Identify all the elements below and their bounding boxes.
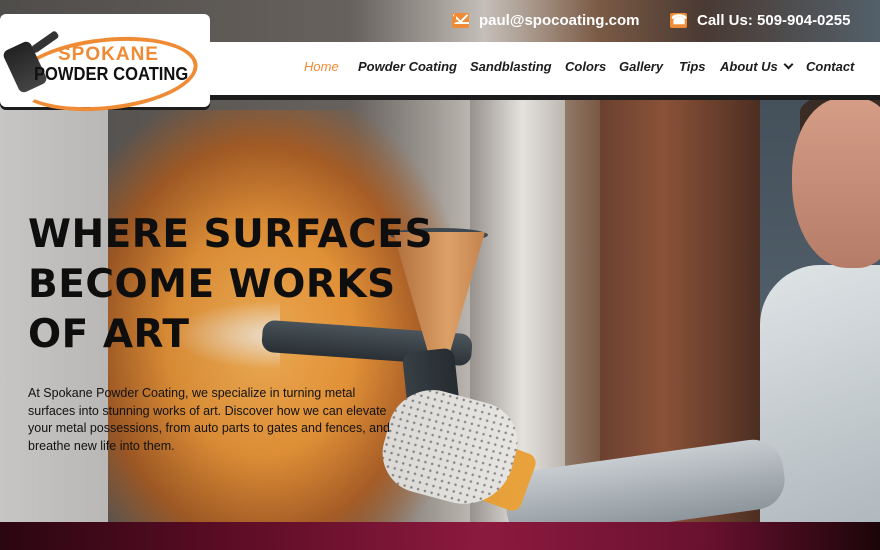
nav-item-home[interactable]: Home: [304, 59, 339, 74]
email-text: paul@spocoating.com: [479, 12, 640, 29]
envelope-icon: [452, 13, 469, 28]
nav-item-colors[interactable]: Colors: [565, 59, 606, 74]
hero-title: WHERE SURFACES BECOME WORKS OF ART: [28, 210, 468, 360]
hero-title-line: OF ART: [28, 312, 190, 357]
nav-item-powder-coating[interactable]: Powder Coating: [358, 59, 457, 74]
email-link[interactable]: paul@spocoating.com: [452, 12, 639, 29]
nav-item-tips[interactable]: Tips: [679, 59, 706, 74]
phone-icon: [670, 12, 687, 28]
site-logo[interactable]: SPOKANE POWDER COATING: [0, 14, 210, 120]
nav-item-sandblasting[interactable]: Sandblasting: [470, 59, 552, 74]
chevron-down-icon: [783, 59, 794, 70]
nav-item-gallery[interactable]: Gallery: [619, 59, 663, 74]
hero-title-line: BECOME WORKS: [28, 262, 396, 307]
nav-item-about-us-label: About Us: [720, 59, 778, 74]
logo-text-powder-coating: POWDER COATING: [34, 64, 189, 84]
next-section-strip: [0, 522, 880, 550]
nav-item-about-us[interactable]: About Us: [720, 59, 794, 74]
nav-item-contact[interactable]: Contact: [806, 59, 854, 74]
phone-link[interactable]: Call Us: 509-904-0255: [670, 12, 850, 29]
phone-text: Call Us: 509-904-0255: [697, 12, 851, 29]
logo-text-spokane: SPOKANE: [58, 44, 159, 65]
hero-description: At Spokane Powder Coating, we specialize…: [28, 386, 391, 453]
hero-title-line: WHERE SURFACES: [28, 212, 434, 257]
